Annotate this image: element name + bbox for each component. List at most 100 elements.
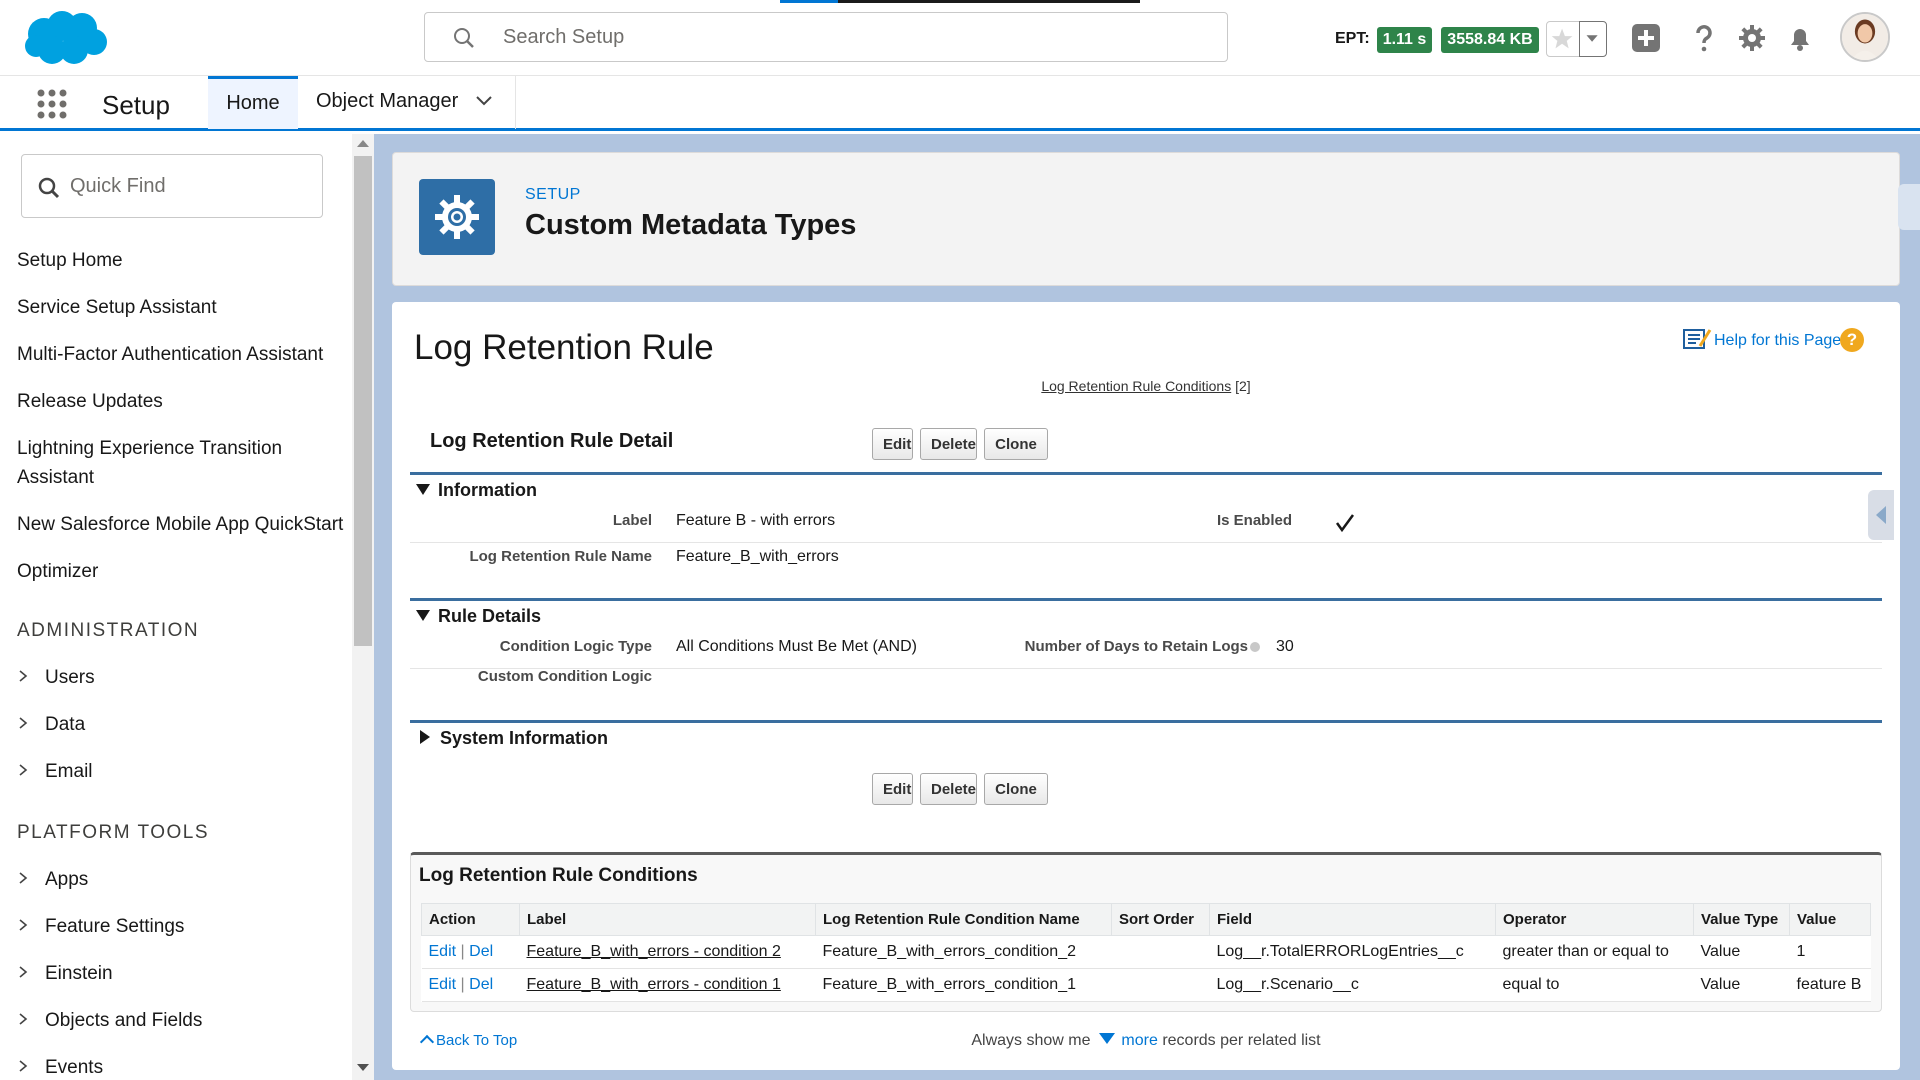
ept-time-badge: 1.11 s <box>1377 27 1432 53</box>
breadcrumb[interactable]: SETUP <box>525 186 581 204</box>
column-header-action: Action <box>421 903 520 936</box>
app-title: Setup <box>102 90 170 120</box>
sidebar-item-events[interactable]: Events <box>17 1057 103 1079</box>
related-link-conditions[interactable]: Log Retention Rule Conditions <box>1041 378 1231 394</box>
record-detail-card: Log Retention Rule Help for this Page ? … <box>392 302 1900 1070</box>
always-show-label: Always show me <box>971 1032 1091 1049</box>
triangle-right-icon <box>420 730 430 744</box>
sidebar-item-apps[interactable]: Apps <box>17 869 88 891</box>
operator-cell: equal to <box>1495 968 1694 1002</box>
sidebar-item-label: Apps <box>45 869 89 890</box>
table-row: Edit | Del Feature_B_with_errors - condi… <box>421 968 1871 1002</box>
chevron-down-icon[interactable] <box>474 94 494 108</box>
help-question-icon[interactable]: ? <box>1840 328 1864 352</box>
separator: | <box>460 943 465 960</box>
sidebar-item-users[interactable]: Users <box>17 667 95 689</box>
global-search-box[interactable] <box>424 12 1228 62</box>
section-information-toggle[interactable]: Information <box>416 480 537 501</box>
name-cell: Feature_B_with_errors_condition_1 <box>815 968 1112 1002</box>
chevron-right-icon <box>17 869 29 891</box>
sidebar-item-release-updates[interactable]: Release Updates <box>17 387 352 416</box>
label-cell: Feature_B_with_errors - condition 2 <box>519 935 816 969</box>
section-rule-details-toggle[interactable]: Rule Details <box>416 606 541 627</box>
conditions-table: Action Label Log Retention Rule Conditio… <box>421 903 1871 1002</box>
help-for-this-page-link[interactable]: Help for this Page ? <box>1683 328 1864 352</box>
triangle-down-icon <box>416 484 430 495</box>
delete-row-link[interactable]: Del <box>469 976 493 993</box>
global-header: EPT: 1.11 s 3558.84 KB <box>0 0 1920 75</box>
app-launcher-icon[interactable] <box>36 88 68 120</box>
user-avatar[interactable] <box>1840 12 1890 62</box>
label-cell: Feature_B_with_errors - condition 1 <box>519 968 816 1002</box>
chevron-right-icon <box>17 714 29 736</box>
help-page-icon <box>1683 329 1712 349</box>
field-label-value: Feature B - with errors <box>676 512 836 529</box>
side-panel-pull-handle[interactable] <box>1868 490 1894 540</box>
sidebar-item-service-setup-assistant[interactable]: Service Setup Assistant <box>17 293 352 322</box>
favorites-dropdown-button[interactable] <box>1579 21 1607 57</box>
sidebar-item-lightning-transition-assistant[interactable]: Lightning Experience Transition Assistan… <box>17 434 317 492</box>
edit-row-link[interactable]: Edit <box>429 943 457 960</box>
tab-home[interactable]: Home <box>208 76 298 129</box>
ept-label: EPT: <box>1335 30 1370 47</box>
column-header-sort-order: Sort Order <box>1111 903 1210 936</box>
page-size-badge: 3558.84 KB <box>1441 27 1539 53</box>
row-divider <box>410 542 1882 543</box>
chevron-right-icon <box>17 761 29 783</box>
condition-label-link[interactable]: Feature_B_with_errors - condition 1 <box>527 976 781 993</box>
sidebar-item-email[interactable]: Email <box>17 761 93 783</box>
tab-object-manager-label: Object Manager <box>316 90 459 112</box>
sidebar-item-label: Email <box>45 761 93 782</box>
condition-label-link[interactable]: Feature_B_with_errors - condition 2 <box>527 943 781 960</box>
quick-find-box[interactable] <box>21 154 323 218</box>
field-label-label: Label <box>612 512 652 529</box>
delete-button-bottom[interactable]: Delete <box>920 773 977 805</box>
tab-object-manager[interactable]: Object Manager <box>298 76 516 129</box>
more-records-link[interactable]: more <box>1121 1032 1157 1049</box>
sidebar-item-einstein[interactable]: Einstein <box>17 963 113 985</box>
edit-button-bottom[interactable]: Edit <box>872 773 913 805</box>
chevron-right-icon <box>17 916 29 938</box>
sidebar-item-mobile-quickstart[interactable]: New Salesforce Mobile App QuickStart <box>17 510 352 539</box>
sidebar-item-setup-home[interactable]: Setup Home <box>17 246 352 275</box>
delete-button[interactable]: Delete <box>920 428 977 460</box>
column-header-value: Value <box>1789 903 1871 936</box>
clone-button[interactable]: Clone <box>984 428 1048 460</box>
scroll-down-arrow-icon[interactable] <box>357 1064 369 1071</box>
sidebar-scrollbar[interactable] <box>352 134 374 1080</box>
global-actions-add-icon[interactable] <box>1630 22 1662 54</box>
operator-cell: greater than or equal to <box>1495 935 1694 969</box>
section-system-information-toggle[interactable]: System Information <box>416 728 608 749</box>
sidebar-item-feature-settings[interactable]: Feature Settings <box>17 916 184 938</box>
delete-row-link[interactable]: Del <box>469 943 493 960</box>
sidebar-item-mfa-assistant[interactable]: Multi-Factor Authentication Assistant <box>17 340 352 369</box>
table-header-row: Action Label Log Retention Rule Conditio… <box>421 903 1871 936</box>
clone-button-bottom[interactable]: Clone <box>984 773 1048 805</box>
sidebar-item-optimizer[interactable]: Optimizer <box>17 557 352 586</box>
info-icon[interactable] <box>1250 642 1260 652</box>
edit-row-link[interactable]: Edit <box>429 976 457 993</box>
sidebar-item-objects-and-fields[interactable]: Objects and Fields <box>17 1010 202 1032</box>
help-question-icon[interactable] <box>1688 22 1720 54</box>
value-type-cell: Value <box>1693 935 1790 969</box>
edit-button[interactable]: Edit <box>872 428 913 460</box>
notifications-bell-icon[interactable] <box>1784 22 1816 54</box>
records-per-label: records per related list <box>1162 1032 1321 1049</box>
separator: | <box>460 976 465 993</box>
setup-gear-icon[interactable] <box>1736 22 1768 54</box>
chevron-right-icon <box>17 1057 29 1079</box>
field-custom-logic-label: Custom Condition Logic <box>477 668 652 685</box>
favorite-star-button[interactable] <box>1546 21 1580 57</box>
sidebar-scrollbar-thumb[interactable] <box>354 156 372 646</box>
quick-find-input[interactable] <box>70 171 300 201</box>
chevron-down-icon <box>1586 35 1598 42</box>
field-logic-type-value: All Conditions Must Be Met (AND) <box>676 638 917 655</box>
panel-collapse-handle[interactable] <box>1898 184 1920 230</box>
salesforce-logo-icon[interactable] <box>22 8 110 68</box>
field-is-enabled-label: Is Enabled <box>1216 512 1292 529</box>
sidebar-item-data[interactable]: Data <box>17 714 85 736</box>
scroll-up-arrow-icon[interactable] <box>357 140 369 147</box>
more-triangle-icon[interactable] <box>1098 1033 1115 1044</box>
search-setup-input[interactable] <box>503 23 1103 51</box>
sidebar-item-label: Data <box>45 714 86 735</box>
